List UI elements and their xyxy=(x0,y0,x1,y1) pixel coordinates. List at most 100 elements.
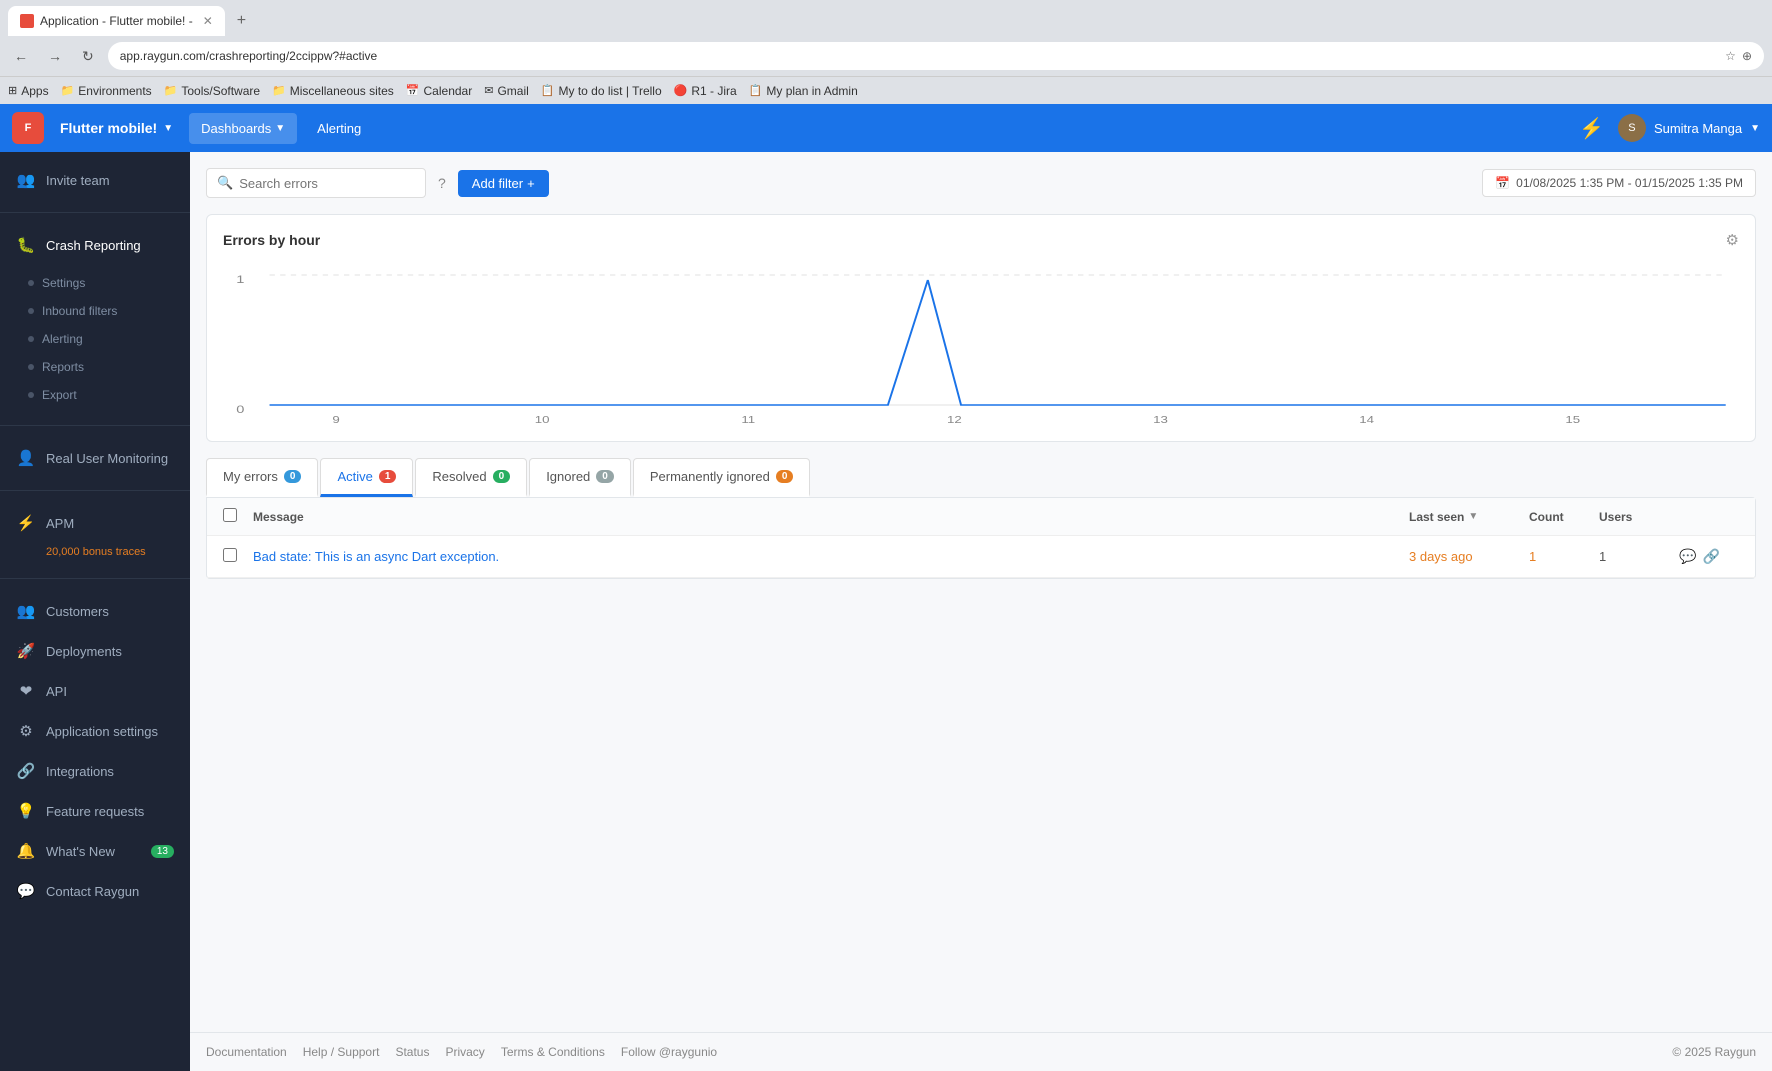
tab-bar: Application - Flutter mobile! - ✕ + xyxy=(0,0,1772,36)
sidebar-crash-section: 🐛 Crash Reporting Settings Inbound filte… xyxy=(0,217,190,421)
content-area: 🔍 ? Add filter + 📅 01/08/2025 1:35 PM - … xyxy=(190,152,1772,1071)
sidebar-item-customers[interactable]: 👥 Customers xyxy=(0,591,190,631)
apm-bonus-label: 20,000 bonus traces xyxy=(46,546,146,558)
search-input[interactable] xyxy=(239,176,415,191)
user-area[interactable]: S Sumitra Manga ▼ xyxy=(1618,114,1760,142)
footer-link-twitter[interactable]: Follow @raygunio xyxy=(621,1045,717,1059)
sidebar-item-api[interactable]: ❤ API xyxy=(0,671,190,711)
bookmark-trello[interactable]: 📋 My to do list | Trello xyxy=(541,84,662,98)
tab-resolved[interactable]: Resolved 0 xyxy=(415,458,527,497)
close-tab-icon[interactable]: ✕ xyxy=(203,14,213,28)
help-icon[interactable]: ? xyxy=(434,171,450,195)
tabs-row: My errors 0 Active 1 Resolved 0 Ignored … xyxy=(206,458,1756,497)
chart-card: Errors by hour ⚙ 1 0 xyxy=(206,214,1756,442)
select-all-checkbox[interactable] xyxy=(223,508,237,522)
forward-button[interactable]: → xyxy=(42,44,68,68)
comment-icon[interactable]: 💬 xyxy=(1679,548,1696,565)
browser-tab[interactable]: Application - Flutter mobile! - ✕ xyxy=(8,6,225,36)
sidebar-item-contact[interactable]: 💬 Contact Raygun xyxy=(0,871,190,911)
footer-link-documentation[interactable]: Documentation xyxy=(206,1045,287,1059)
date-range-picker[interactable]: 📅 01/08/2025 1:35 PM - 01/15/2025 1:35 P… xyxy=(1482,169,1756,197)
sidebar-item-rum[interactable]: 👤 Real User Monitoring xyxy=(0,438,190,478)
col-header-last-seen[interactable]: Last seen ▼ xyxy=(1409,510,1529,524)
bookmark-environments[interactable]: 📁 Environments xyxy=(61,84,152,98)
bookmark-jira[interactable]: 🔴 R1 - Jira xyxy=(674,84,737,98)
browser-chrome: Application - Flutter mobile! - ✕ + ← → … xyxy=(0,0,1772,104)
crash-reporting-icon: 🐛 xyxy=(16,235,36,255)
row-actions: 💬 🔗 xyxy=(1679,548,1739,565)
footer-link-status[interactable]: Status xyxy=(395,1045,429,1059)
admin-icon: 📋 xyxy=(749,84,763,97)
customers-icon: 👥 xyxy=(16,601,36,621)
search-box[interactable]: 🔍 xyxy=(206,168,426,198)
alerting-sub-label: Alerting xyxy=(42,332,83,346)
sidebar-item-inbound-filters[interactable]: Inbound filters xyxy=(0,297,190,325)
apm-label: APM xyxy=(46,516,174,531)
dot-export xyxy=(28,392,34,398)
svg-text:12: 12 xyxy=(947,415,962,425)
back-button[interactable]: ← xyxy=(8,44,34,68)
rum-label: Real User Monitoring xyxy=(46,451,174,466)
calendar-icon: 📅 xyxy=(1495,176,1510,190)
sidebar-item-export[interactable]: Export xyxy=(0,381,190,409)
star-icon[interactable]: ☆ xyxy=(1725,49,1736,63)
sidebar-item-whats-new[interactable]: 🔔 What's New 13 xyxy=(0,831,190,871)
address-bar[interactable]: app.raygun.com/crashreporting/2ccippw?#a… xyxy=(108,42,1764,70)
footer-link-terms[interactable]: Terms & Conditions xyxy=(501,1045,605,1059)
folder-icon-2: 📁 xyxy=(164,84,178,97)
sidebar-divider-3 xyxy=(0,490,190,491)
folder-icon-3: 📁 xyxy=(272,84,286,97)
bookmark-apps[interactable]: ⊞ Apps xyxy=(8,84,49,98)
sidebar-item-deployments[interactable]: 🚀 Deployments xyxy=(0,631,190,671)
sidebar-item-alerting[interactable]: Alerting xyxy=(0,325,190,353)
footer-link-privacy[interactable]: Privacy xyxy=(445,1045,484,1059)
alerting-label: Alerting xyxy=(317,121,361,136)
error-link[interactable]: Bad state: This is an async Dart excepti… xyxy=(253,549,499,564)
dashboards-nav[interactable]: Dashboards ▼ xyxy=(189,113,297,144)
bookmark-tools[interactable]: 📁 Tools/Software xyxy=(164,84,260,98)
sidebar-item-integrations[interactable]: 🔗 Integrations xyxy=(0,751,190,791)
sidebar-rum-section: 👤 Real User Monitoring xyxy=(0,430,190,486)
sidebar-item-crash-reporting[interactable]: 🐛 Crash Reporting xyxy=(0,225,190,265)
dashboards-caret-icon: ▼ xyxy=(275,123,285,134)
tab-my-errors[interactable]: My errors 0 xyxy=(206,458,318,497)
sidebar-item-invite-team[interactable]: 👥 Invite team xyxy=(0,160,190,200)
extension-icon[interactable]: ⊕ xyxy=(1742,49,1752,63)
svg-text:0: 0 xyxy=(236,403,244,416)
tab-permanently-ignored[interactable]: Permanently ignored 0 xyxy=(633,458,811,497)
caret-down-icon: ▼ xyxy=(163,123,173,134)
sidebar-item-feature-requests[interactable]: 💡 Feature requests xyxy=(0,791,190,831)
table-row: Bad state: This is an async Dart excepti… xyxy=(207,536,1755,578)
dot-alerting xyxy=(28,336,34,342)
lightning-icon[interactable]: ⚡ xyxy=(1573,110,1610,147)
chart-gear-icon[interactable]: ⚙ xyxy=(1726,231,1739,249)
alerting-nav[interactable]: Alerting xyxy=(305,113,373,144)
footer-link-help[interactable]: Help / Support xyxy=(303,1045,380,1059)
apps-icon: ⊞ xyxy=(8,84,17,97)
sidebar-item-apm[interactable]: ⚡ APM xyxy=(0,503,190,543)
dot-inbound xyxy=(28,308,34,314)
user-caret-icon: ▼ xyxy=(1750,123,1760,134)
sidebar-item-app-settings[interactable]: ⚙ Application settings xyxy=(0,711,190,751)
bookmark-gmail[interactable]: ✉ Gmail xyxy=(484,84,529,98)
tab-ignored[interactable]: Ignored 0 xyxy=(529,458,631,497)
tab-active[interactable]: Active 1 xyxy=(320,458,413,497)
bookmark-calendar[interactable]: 📅 Calendar xyxy=(406,84,472,98)
row-message: Bad state: This is an async Dart excepti… xyxy=(253,549,1409,564)
bookmark-misc[interactable]: 📁 Miscellaneous sites xyxy=(272,84,394,98)
integrations-icon: 🔗 xyxy=(16,761,36,781)
app-name-button[interactable]: Flutter mobile! ▼ xyxy=(52,114,181,142)
add-filter-button[interactable]: Add filter + xyxy=(458,170,549,197)
new-tab-button[interactable]: + xyxy=(229,8,254,34)
link-icon[interactable]: 🔗 xyxy=(1702,548,1719,565)
footer-links: Documentation Help / Support Status Priv… xyxy=(206,1045,717,1059)
row-checkbox[interactable] xyxy=(223,548,237,562)
bookmark-label-3: Miscellaneous sites xyxy=(290,84,394,98)
sidebar-invite-section: 👥 Invite team xyxy=(0,152,190,208)
sidebar-item-settings[interactable]: Settings xyxy=(0,269,190,297)
reload-button[interactable]: ↻ xyxy=(76,44,100,69)
folder-icon: 📁 xyxy=(61,84,75,97)
app-settings-label: Application settings xyxy=(46,724,174,739)
sidebar-item-reports[interactable]: Reports xyxy=(0,353,190,381)
bookmark-admin[interactable]: 📋 My plan in Admin xyxy=(749,84,858,98)
